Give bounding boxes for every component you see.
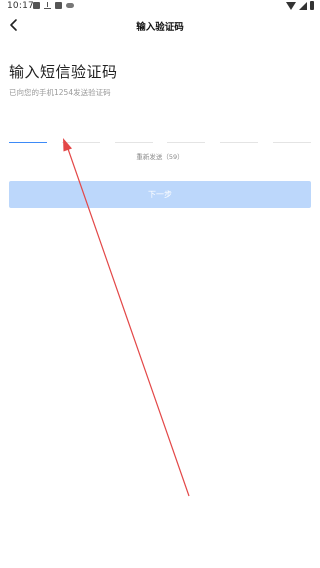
resend-countdown[interactable]: 重新发送（59） <box>0 151 320 161</box>
code-cell-5[interactable] <box>220 114 259 143</box>
image-icon <box>33 2 40 9</box>
code-cell-6[interactable] <box>272 114 311 143</box>
wifi-icon <box>286 1 296 10</box>
download-icon <box>44 2 51 9</box>
cloud-icon <box>66 3 74 8</box>
sms-sent-hint: 已向您的手机1254发送验证码 <box>9 88 111 97</box>
status-time: 10:17 <box>7 1 34 11</box>
nav-bar: 输入验证码 <box>0 14 320 36</box>
code-cell-3[interactable] <box>114 114 153 143</box>
annotation-arrow <box>63 138 190 497</box>
notification-icon <box>55 2 62 9</box>
signal-icon <box>299 1 307 10</box>
status-icons-right <box>286 1 314 10</box>
verification-code-input <box>9 114 311 144</box>
page-title: 输入验证码 <box>136 22 184 33</box>
code-cell-4[interactable] <box>167 114 206 143</box>
battery-icon <box>310 1 314 10</box>
code-cell-1[interactable] <box>9 114 47 143</box>
heading: 输入短信验证码 <box>9 63 118 81</box>
status-icons-left <box>33 2 74 9</box>
status-bar: 10:17 <box>0 0 320 14</box>
next-step-button[interactable]: 下一步 <box>9 181 311 208</box>
code-cell-2[interactable] <box>61 114 100 143</box>
